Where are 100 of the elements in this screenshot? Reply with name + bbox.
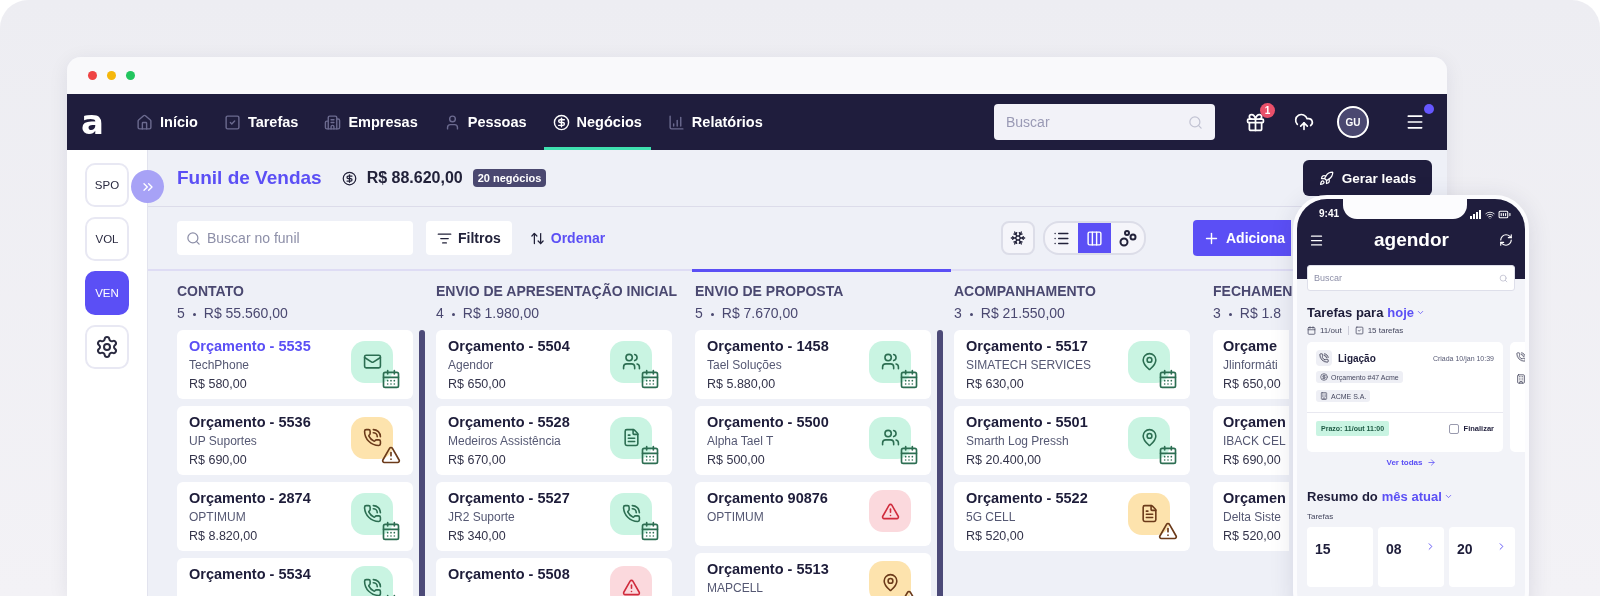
nav-tab[interactable]: Negócios: [543, 94, 651, 150]
task-date: 11/out: [1320, 326, 1342, 335]
deal-title: Orçamento - 2874: [189, 490, 311, 506]
people-icon: [880, 352, 900, 371]
home-icon: [136, 113, 153, 131]
generate-leads-button[interactable]: Gerar leads: [1303, 160, 1432, 196]
period-dropdown[interactable]: hoje: [1387, 305, 1426, 320]
sort-button[interactable]: Ordenar: [523, 229, 612, 247]
company-name: OPTIMUM: [189, 510, 247, 524]
deal-card[interactable]: Orçamento - 5535 TechPhone R$ 580,00: [177, 330, 413, 399]
page-title: Funil de Vendas: [177, 167, 322, 189]
app-logo[interactable]: a: [81, 98, 119, 146]
snowflake-button[interactable]: [1001, 221, 1035, 255]
stat-tile[interactable]: 08: [1378, 527, 1444, 587]
user-avatar[interactable]: GU: [1337, 106, 1369, 138]
deal-card[interactable]: Orçamento - 5508: [436, 558, 672, 596]
stat-value: 20: [1457, 541, 1473, 559]
deal-card[interactable]: Orçamen Delta Siste R$ 520,00: [1213, 482, 1289, 551]
pipeline-tab[interactable]: SPO: [85, 163, 129, 207]
notification-badge: 1: [1260, 102, 1275, 118]
app-logo: agendor: [1374, 229, 1449, 251]
pipeline-tab[interactable]: VEN: [85, 271, 129, 315]
deal-card[interactable]: Orçamento - 5522 5G CELL R$ 520,00: [954, 482, 1190, 551]
menu-icon[interactable]: [1405, 112, 1425, 132]
company-name: IBACK CEL: [1223, 434, 1286, 448]
deal-card[interactable]: Orçame Jlinformáti R$ 650,00: [1213, 330, 1289, 399]
nav-tab[interactable]: Tarefas: [214, 94, 308, 150]
column-title: ENVIO DE PROPOSTA: [695, 283, 845, 299]
company-name: MAPCELL: [707, 581, 765, 595]
calendar-icon: [381, 368, 401, 389]
column-title: ACOMPANHAMENTO: [954, 283, 1097, 299]
checkbox-icon: [1354, 326, 1364, 335]
see-all-link[interactable]: Ver todas: [1307, 458, 1515, 467]
nav-tab[interactable]: Início: [127, 94, 207, 150]
deal-card[interactable]: Orçamento - 5504 Agendor R$ 650,00: [436, 330, 672, 399]
deal-title: Orçamento - 5522: [966, 490, 1088, 506]
menu-icon[interactable]: [1309, 232, 1324, 248]
deal-title: Orçamento - 5500: [707, 414, 829, 430]
stat-tile[interactable]: 20: [1449, 527, 1515, 587]
deal-title: Orçamento - 5527: [448, 490, 570, 506]
nav-tab[interactable]: Empresas: [315, 94, 427, 150]
deal-value: R$ 690,00: [189, 453, 248, 467]
deal-value: R$ 580,00: [189, 377, 248, 391]
deal-card[interactable]: Orçamento - 5534: [177, 558, 413, 596]
sort-icon: [529, 230, 545, 246]
deal-title: Orçamento - 5508: [448, 566, 570, 582]
phone-call-icon: [1516, 352, 1525, 362]
deal-card[interactable]: Orçamento - 1458 Tael Soluções R$ 5.880,00: [695, 330, 931, 399]
column-total: R$ 1.980,00: [462, 305, 540, 321]
deal-count: 20 negócios: [472, 169, 547, 187]
column-total: R$ 55.560,00: [203, 305, 288, 321]
deal-card[interactable]: Orçamento - 5528 Medeiros Assistência R$ 670,00: [436, 406, 672, 475]
maximize-dot[interactable]: [126, 71, 135, 80]
stat-tile[interactable]: 15: [1307, 527, 1373, 587]
warning-icon: [381, 444, 401, 465]
people-icon: [621, 352, 641, 371]
cloud-upload-icon[interactable]: [1294, 112, 1314, 132]
deal-title: Orçamento - 5517: [966, 338, 1089, 354]
filter-button[interactable]: Filtros: [426, 221, 512, 255]
deal-card[interactable]: Orçamento - 5536 UP Suportes R$ 690,00: [177, 406, 413, 475]
pipeline-tab[interactable]: [85, 325, 129, 369]
deal-title: Orçamen: [1223, 490, 1286, 506]
location-pin-icon: [1139, 352, 1159, 371]
arrow-right-icon: [1426, 458, 1436, 467]
company-name: TechPhone: [189, 358, 251, 372]
building-icon: [1516, 374, 1525, 384]
nav-tab[interactable]: Relatórios: [658, 94, 772, 150]
search-placeholder: Buscar no funil: [207, 230, 300, 246]
company-name: 5G CELL: [966, 510, 1017, 524]
close-dot[interactable]: [88, 71, 97, 80]
checkbox[interactable]: [1448, 423, 1459, 434]
nav-tab[interactable]: Pessoas: [434, 94, 536, 150]
add-button[interactable]: Adiciona: [1193, 220, 1291, 256]
company-name: Delta Siste: [1223, 510, 1283, 524]
deal-card[interactable]: Orçamento - 5513 MAPCELL: [695, 553, 931, 596]
document-icon: [621, 428, 641, 447]
deal-card[interactable]: Orçamento - 5527 JR2 Suporte R$ 340,00: [436, 482, 672, 551]
scrollbar[interactable]: [937, 330, 943, 596]
refresh-icon[interactable]: [1499, 233, 1513, 247]
view-toggle[interactable]: [1078, 223, 1111, 253]
location-pin-icon: [880, 572, 900, 592]
phone-call-icon: [621, 504, 641, 523]
deal-card[interactable]: Orçamento - 5517 SIMATECH SERVICES R$ 630,00: [954, 330, 1190, 399]
deal-card[interactable]: Orçamento 90876 OPTIMUM: [695, 482, 931, 546]
deal-value: R$ 520,00: [966, 529, 1025, 543]
deal-card[interactable]: Orçamen IBACK CEL R$ 690,00: [1213, 406, 1289, 475]
period-dropdown[interactable]: mês atual: [1381, 489, 1453, 504]
pipeline-tab[interactable]: VOL: [85, 217, 129, 261]
task-type: Ligação: [1338, 352, 1376, 364]
chevron-down-icon: [1443, 492, 1453, 501]
deal-card[interactable]: Orçamento - 5500 Alpha Tael T R$ 500,00: [695, 406, 931, 475]
deal-card[interactable]: Orçamento - 2874 OPTIMUM R$ 8.820,00: [177, 482, 413, 551]
gift-icon[interactable]: [1245, 111, 1266, 133]
calendar-icon: [381, 520, 401, 541]
wifi-icon: [1485, 209, 1495, 220]
minimize-dot[interactable]: [107, 71, 116, 80]
company-name: Tael Soluções: [707, 358, 783, 372]
scrollbar[interactable]: [419, 330, 425, 596]
deal-title: Orçamento - 5504: [448, 338, 570, 354]
deal-card[interactable]: Orçamento - 5501 Smarth Log Pressh R$ 20.400,00: [954, 406, 1190, 475]
